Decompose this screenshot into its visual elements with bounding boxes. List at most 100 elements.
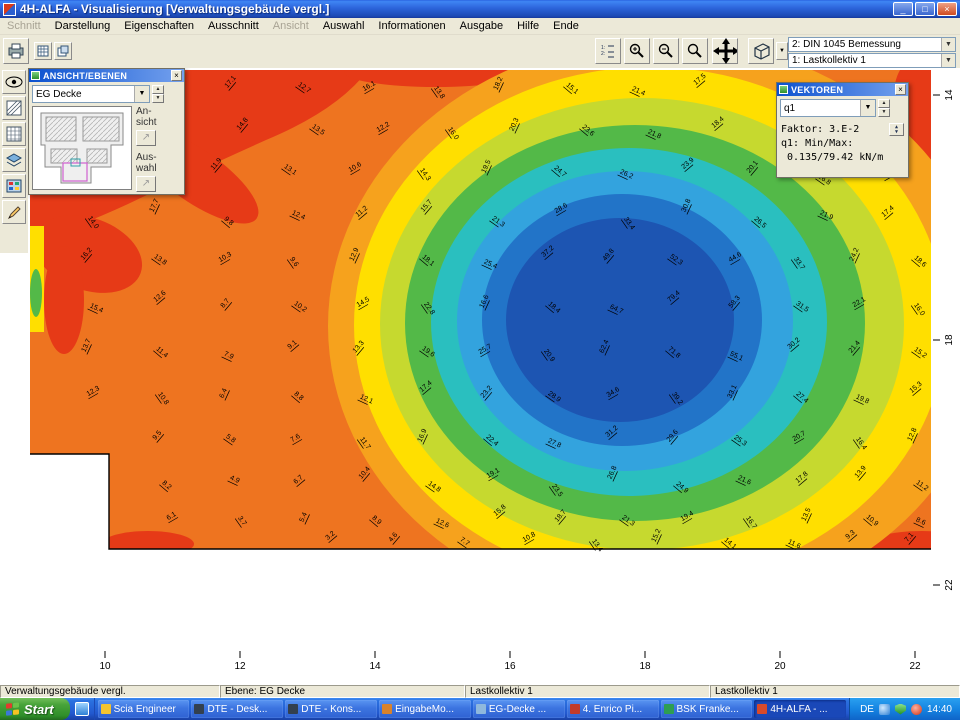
ansicht-panel-title: ANSICHT/EBENEN xyxy=(43,71,171,81)
chevron-down-icon[interactable]: ▼ xyxy=(941,38,955,51)
cascade-icon[interactable] xyxy=(54,42,72,60)
spinner-up-icon[interactable]: ▲ xyxy=(878,99,890,108)
minmax-label: q1: Min/Max: xyxy=(781,136,904,150)
load-collective-value: 1: Lastkollektiv 1 xyxy=(789,55,941,66)
task-icon xyxy=(288,704,298,714)
chevron-down-icon[interactable]: ▼ xyxy=(860,100,875,116)
layers-icon[interactable] xyxy=(2,148,26,172)
grid-icon[interactable] xyxy=(2,122,26,146)
menu-item-schnitt: Schnitt xyxy=(0,18,48,34)
menu-item-ansicht: Ansicht xyxy=(266,18,316,34)
display-icon[interactable] xyxy=(879,704,890,715)
menu-item-ende[interactable]: Ende xyxy=(546,18,586,34)
vector-spinner: ▲ ▼ xyxy=(878,99,890,117)
keyboard-language-badge[interactable]: DE xyxy=(860,704,874,715)
spinner-down-icon[interactable]: ▼ xyxy=(878,108,890,117)
task-icon xyxy=(570,704,580,714)
panel-icon xyxy=(779,85,788,94)
chevron-down-icon[interactable]: ▼ xyxy=(941,54,955,67)
window-title: 4H-ALFA - Visualisierung [Verwaltungsgeb… xyxy=(20,2,891,16)
hatch-icon[interactable] xyxy=(2,96,26,120)
alert-icon[interactable] xyxy=(911,704,922,715)
task-button[interactable]: DTE - Desk... xyxy=(191,700,283,718)
x-axis-tick-label: 18 xyxy=(639,661,651,672)
eye-icon[interactable] xyxy=(2,70,26,94)
task-label: 4. Enrico Pi... xyxy=(583,704,642,715)
close-icon[interactable]: × xyxy=(895,84,906,95)
pen-icon[interactable] xyxy=(2,200,26,224)
factor-stepper[interactable]: ▲▼ xyxy=(889,123,904,136)
view-dropdown-arrow-icon[interactable]: ▼ xyxy=(776,42,788,60)
start-button[interactable]: Start xyxy=(0,698,70,720)
pan-icon[interactable] xyxy=(712,38,738,64)
task-label: 4H-ALFA - ... xyxy=(770,704,827,715)
status-bar: Verwaltungsgebäude vergl.Ebene: EG Decke… xyxy=(0,684,960,698)
vektoren-panel-titlebar[interactable]: VEKTOREN × xyxy=(777,83,908,96)
select-label-line1: Aus- xyxy=(136,152,176,163)
level-combobox[interactable]: EG Decke ▼ xyxy=(32,85,150,103)
load-collective-combobox[interactable]: 1: Lastkollektiv 1 ▼ xyxy=(788,53,956,68)
menu-item-hilfe[interactable]: Hilfe xyxy=(510,18,546,34)
table-icon[interactable] xyxy=(34,42,52,60)
panel-icon xyxy=(31,71,40,80)
x-axis-tick-label: 20 xyxy=(774,661,786,672)
quicklaunch-icon[interactable] xyxy=(75,702,89,716)
security-shield-icon[interactable] xyxy=(895,704,906,715)
view-label-line2: sicht xyxy=(136,117,176,128)
design-code-combobox[interactable]: 2: DIN 1045 Bemessung ▼ xyxy=(788,37,956,52)
close-button[interactable]: × xyxy=(937,2,957,16)
zoom-in-icon[interactable] xyxy=(624,38,650,64)
menu-item-eigenschaften[interactable]: Eigenschaften xyxy=(117,18,201,34)
palette-icon[interactable] xyxy=(2,174,26,198)
vektoren-panel: VEKTOREN × q1 ▼ ▲ ▼ Faktor: 3.E-2 ▲▼ q1:… xyxy=(776,82,909,178)
zoom-out-icon[interactable] xyxy=(653,38,679,64)
spinner-up-icon[interactable]: ▲ xyxy=(152,85,164,94)
level-plan-thumbnail xyxy=(32,106,132,190)
task-label: EG-Decke ... xyxy=(489,704,546,715)
status-segment-0: Verwaltungsgebäude vergl. xyxy=(0,685,220,698)
view-label-line1: An- xyxy=(136,106,176,117)
start-label: Start xyxy=(24,702,54,717)
clock: 14:40 xyxy=(927,704,952,715)
toolbar: 1:2: ▼ 2: DIN 1045 Bemessung ▼ 1: Lastko… xyxy=(0,35,960,68)
task-button[interactable]: EingabeMo... xyxy=(379,700,471,718)
zoom-window-icon[interactable] xyxy=(682,38,708,64)
task-button[interactable]: DTE - Kons... xyxy=(285,700,377,718)
menu-item-auswahl[interactable]: Auswahl xyxy=(316,18,372,34)
numbering-icon[interactable]: 1:2: xyxy=(595,38,621,64)
task-icon xyxy=(476,704,486,714)
minimize-button[interactable]: _ xyxy=(893,2,913,16)
task-label: EingabeMo... xyxy=(395,704,454,715)
task-icon xyxy=(757,704,767,714)
view-3d-icon[interactable] xyxy=(748,38,774,64)
menu-item-ausschnitt[interactable]: Ausschnitt xyxy=(201,18,266,34)
vector-quantity-combobox[interactable]: q1 ▼ xyxy=(780,99,876,117)
menu-item-ausgabe[interactable]: Ausgabe xyxy=(453,18,510,34)
select-label-line2: wahl xyxy=(136,163,176,174)
status-segment-1: Ebene: EG Decke xyxy=(220,685,465,698)
svg-text:2:: 2: xyxy=(601,51,605,57)
x-axis-tick-label: 10 xyxy=(99,661,111,672)
task-button[interactable]: 4. Enrico Pi... xyxy=(567,700,659,718)
menu-item-darstellung[interactable]: Darstellung xyxy=(48,18,118,34)
x-axis-tick-label: 22 xyxy=(909,661,921,672)
restore-button[interactable]: □ xyxy=(915,2,935,16)
task-button[interactable]: EG-Decke ... xyxy=(473,700,565,718)
apply-selection-button[interactable]: ↗ xyxy=(136,176,156,192)
y-axis-tick-label: 22 xyxy=(944,579,955,591)
task-label: DTE - Desk... xyxy=(207,704,267,715)
close-icon[interactable]: × xyxy=(171,70,182,81)
y-axis-tick-label: 18 xyxy=(944,334,955,346)
faktor-label: Faktor: 3.E-2 xyxy=(781,124,859,135)
task-button[interactable]: Scia Engineer xyxy=(98,700,190,718)
printer-icon[interactable] xyxy=(3,38,29,64)
task-label: Scia Engineer xyxy=(114,704,176,715)
chevron-down-icon[interactable]: ▼ xyxy=(134,86,149,102)
spinner-down-icon[interactable]: ▼ xyxy=(152,94,164,103)
task-button[interactable]: 4H-ALFA - ... xyxy=(754,700,846,718)
menu-item-informationen[interactable]: Informationen xyxy=(371,18,452,34)
ansicht-panel-titlebar[interactable]: ANSICHT/EBENEN × xyxy=(29,69,184,82)
apply-view-button[interactable]: ↗ xyxy=(136,130,156,146)
task-button[interactable]: BSK Franke... xyxy=(661,700,753,718)
y-axis-tick-label: 14 xyxy=(944,89,955,101)
